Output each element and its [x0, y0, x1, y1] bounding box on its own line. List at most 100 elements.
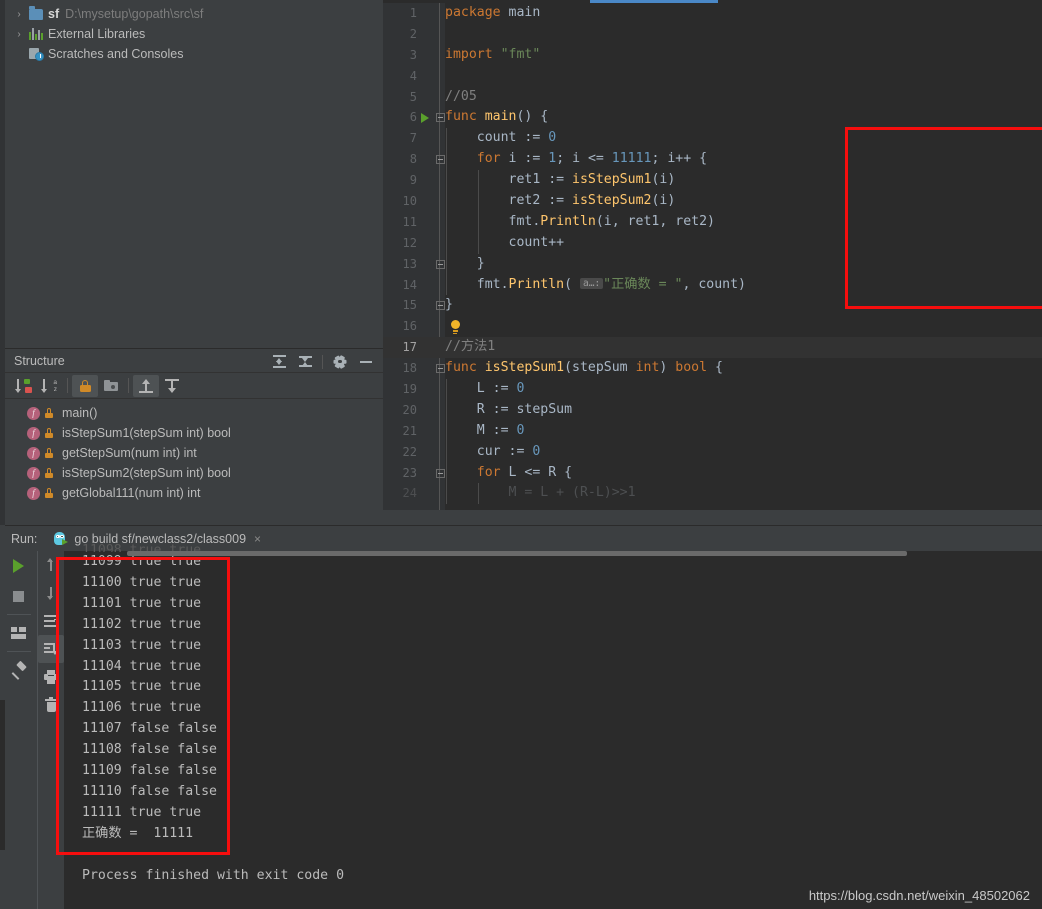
- editor-line[interactable]: 24 M = L + (R-L)>>1: [383, 483, 1042, 505]
- code-editor[interactable]: 1 package main 2 3 import "fmt" 4 5//05 6 func m…: [383, 0, 1042, 525]
- console-output[interactable]: 11098 true true 11099 true true 11100 true…: [64, 543, 1042, 909]
- show-inherited-icon[interactable]: [133, 374, 159, 397]
- run-label: Run:: [11, 531, 38, 546]
- indent-guide: [446, 232, 447, 254]
- arrow-up-icon: [45, 558, 57, 572]
- editor-line[interactable]: 19 L := 0: [383, 379, 1042, 400]
- line-number: 1: [409, 6, 417, 20]
- editor-line[interactable]: 4: [383, 66, 1042, 87]
- editor-line[interactable]: 8 for i := 1; i <= 11111; i++ {: [383, 149, 1042, 171]
- list-item[interactable]: f main(): [5, 403, 383, 423]
- down-button[interactable]: [38, 579, 64, 607]
- editor-line[interactable]: 23 for L <= R {: [383, 462, 1042, 484]
- editor-line[interactable]: 2: [383, 24, 1042, 45]
- indent-guide: [446, 191, 447, 212]
- tree-item-sf[interactable]: › sf D:\mysetup\gopath\src\sf: [5, 4, 383, 24]
- console-horizontal-scrollbar[interactable]: [127, 551, 907, 556]
- console-line: 11105 true true: [82, 679, 202, 695]
- soft-wrap-button[interactable]: [38, 607, 64, 635]
- pin-tab-button[interactable]: [0, 655, 37, 685]
- function-icon: f: [27, 486, 40, 500]
- divider: [322, 354, 323, 369]
- structure-panel: Structure a z f main() f isStepSum1(step…: [5, 348, 383, 525]
- editor-line[interactable]: 1 package main: [383, 3, 1042, 24]
- show-non-public-icon[interactable]: [72, 374, 98, 397]
- line-number: 15: [402, 298, 417, 313]
- list-item-label: getStepSum(num int) int: [62, 446, 197, 460]
- divider: [128, 378, 129, 393]
- editor-line[interactable]: 7 count := 0: [383, 128, 1042, 150]
- indent-guide: [446, 441, 447, 463]
- list-item[interactable]: f isStepSum1(stepSum int) bool: [5, 423, 383, 443]
- group-by-package-icon[interactable]: [98, 375, 124, 397]
- editor-line[interactable]: 9 ret1 := isStepSum1(i): [383, 170, 1042, 192]
- console-line: 11108 false false: [82, 742, 217, 758]
- list-item[interactable]: f isStepSum2(stepSum int) bool: [5, 463, 383, 483]
- line-number: 14: [402, 277, 417, 292]
- stop-button[interactable]: [0, 581, 37, 611]
- run-gutter-icon[interactable]: [419, 107, 431, 128]
- console-line: 11111 true true: [82, 804, 202, 820]
- tree-item-scratches[interactable]: Scratches and Consoles: [5, 44, 383, 64]
- editor-horizontal-scrollbar[interactable]: [383, 510, 1042, 525]
- line-number: 9: [409, 173, 417, 188]
- layout-button[interactable]: [0, 618, 37, 648]
- ide-window: › sf D:\mysetup\gopath\src\sf › External…: [0, 0, 1042, 909]
- chevron-right-icon[interactable]: ›: [11, 29, 27, 40]
- editor-line[interactable]: 22 cur := 0: [383, 441, 1042, 463]
- indent-guide: [446, 253, 447, 275]
- editor-line[interactable]: 13 }: [383, 253, 1042, 275]
- list-item[interactable]: f getStepSum(num int) int: [5, 443, 383, 463]
- structure-list[interactable]: f main() f isStepSum1(stepSum int) bool …: [5, 399, 383, 503]
- code-text: fmt.Println( a…: "正确数 = ", count): [445, 276, 746, 292]
- code-text: fmt.Println(i, ret1, ret2): [445, 213, 715, 229]
- line-number: 4: [409, 68, 417, 83]
- editor-line[interactable]: 21 M := 0: [383, 420, 1042, 442]
- clear-all-button[interactable]: [38, 691, 64, 719]
- list-item-label: getGlobal111(num int) int: [62, 486, 201, 500]
- tree-item-external-libraries[interactable]: › External Libraries: [5, 24, 383, 44]
- code-text: }: [445, 255, 485, 271]
- chevron-right-icon[interactable]: ›: [11, 9, 27, 20]
- line-number: 18: [402, 361, 417, 376]
- intention-bulb-icon[interactable]: [449, 316, 461, 337]
- editor-line[interactable]: 6 func main() {: [383, 107, 1042, 128]
- scroll-to-end-button[interactable]: [38, 635, 64, 663]
- editor-line[interactable]: 3 import "fmt": [383, 45, 1042, 66]
- list-item[interactable]: f getGlobal111(num int) int: [5, 483, 383, 503]
- stop-icon: [13, 590, 24, 602]
- code-text: //05: [445, 88, 477, 104]
- editor-body[interactable]: 1 package main 2 3 import "fmt" 4 5//05 6 func m…: [383, 3, 1042, 510]
- project-tree[interactable]: › sf D:\mysetup\gopath\src\sf › External…: [5, 0, 383, 348]
- collapse-all-icon[interactable]: [292, 351, 318, 373]
- minimize-icon[interactable]: [353, 351, 379, 373]
- gear-icon[interactable]: [327, 351, 353, 373]
- editor-line[interactable]: 11 fmt.Println(i, ret1, ret2): [383, 211, 1042, 233]
- editor-line[interactable]: 15}: [383, 295, 1042, 316]
- watermark-url: https://blog.csdn.net/weixin_48502062: [808, 888, 1030, 903]
- console-line: 正确数 = 11111: [82, 825, 194, 841]
- rerun-button[interactable]: [0, 551, 37, 581]
- editor-line[interactable]: 16: [383, 316, 1042, 337]
- up-button[interactable]: [38, 551, 64, 579]
- editor-line[interactable]: 14 fmt.Println( a…: "正确数 = ", count): [383, 274, 1042, 296]
- indent-guide: [477, 483, 479, 505]
- lock-icon: [45, 488, 53, 498]
- editor-line[interactable]: 10 ret2 := isStepSum2(i): [383, 191, 1042, 212]
- editor-lines[interactable]: 1 package main 2 3 import "fmt" 4 5//05 6 func m…: [383, 3, 1042, 505]
- show-imported-icon[interactable]: [159, 375, 185, 397]
- code-text: count := 0: [445, 130, 557, 146]
- editor-line[interactable]: 5 //05: [383, 87, 1042, 108]
- console-line: 11100 true true: [82, 574, 202, 590]
- divider: [6, 614, 31, 615]
- line-number: 12: [402, 235, 417, 250]
- expand-all-icon[interactable]: [266, 351, 292, 373]
- editor-line[interactable]: 18 func isStepSum1(stepSum int) bool {: [383, 358, 1042, 379]
- print-button[interactable]: [38, 663, 64, 691]
- editor-line[interactable]: 17 //方法1: [383, 337, 1042, 359]
- editor-line[interactable]: 20 R := stepSum: [383, 399, 1042, 421]
- editor-line[interactable]: 12 count++: [383, 232, 1042, 254]
- sort-alphabetically-icon[interactable]: az: [37, 375, 63, 397]
- structure-header: Structure: [5, 348, 383, 373]
- sort-by-visibility-icon[interactable]: [11, 375, 37, 397]
